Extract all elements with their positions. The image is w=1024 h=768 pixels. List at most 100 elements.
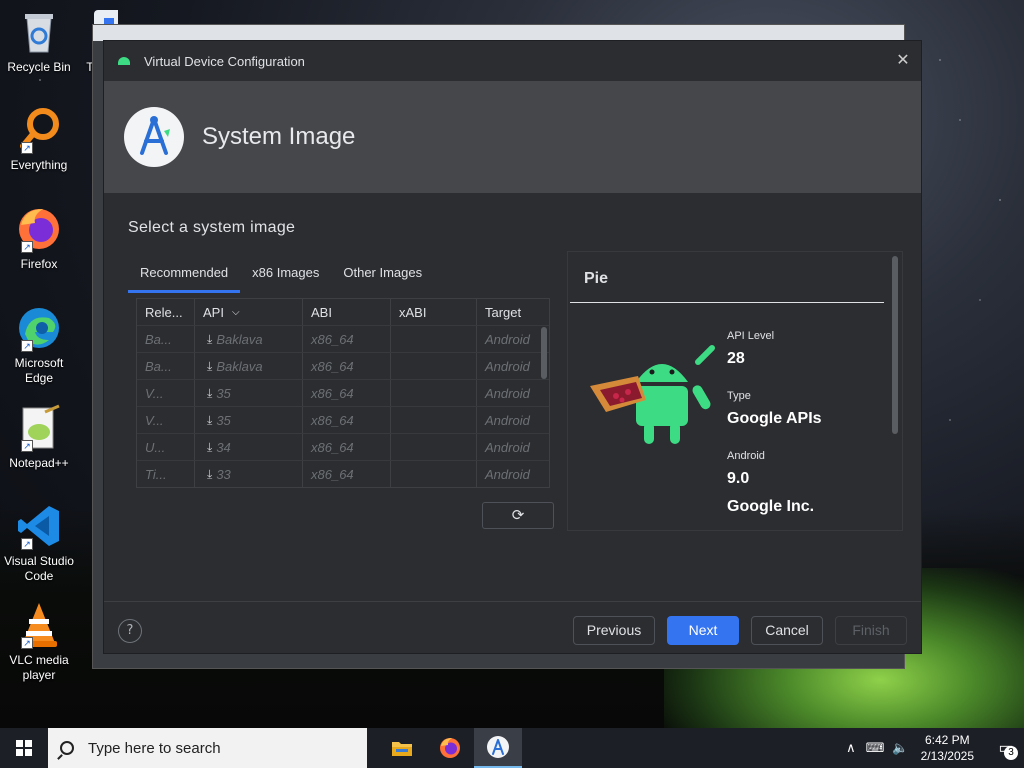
dialog-header: System Image bbox=[104, 81, 921, 193]
tab-other-images[interactable]: Other Images bbox=[331, 259, 434, 293]
section-title: Select a system image bbox=[128, 219, 296, 236]
xabi-cell bbox=[391, 461, 477, 487]
dialog-titlebar: Virtual Device Configuration ✕ bbox=[104, 41, 921, 81]
volume-muted-icon[interactable]: 🔈 bbox=[892, 740, 908, 756]
cancel-button[interactable]: Cancel bbox=[751, 616, 823, 645]
api-cell: ⤓ 35 bbox=[195, 407, 303, 433]
previous-button[interactable]: Previous bbox=[573, 616, 655, 645]
desktop-icon-label: Recycle Bin bbox=[7, 60, 71, 74]
table-scrollbar[interactable] bbox=[541, 327, 547, 379]
api-value: 35 bbox=[216, 385, 231, 401]
target-cell: Android bbox=[485, 385, 530, 401]
table-row[interactable]: Ba... ⤓ Baklava x86_64 Android bbox=[137, 353, 549, 380]
system-image-table: Rele... API ⌵ ABI xABI Target Ba... ⤓ Bakl… bbox=[136, 298, 550, 488]
column-header-xabi[interactable]: xABI bbox=[391, 299, 477, 325]
desktop-icon-label: Firefox bbox=[20, 257, 58, 271]
network-icon[interactable]: ⌨ bbox=[866, 740, 885, 756]
type-group: Type Google APIs bbox=[727, 390, 822, 428]
taskbar-firefox[interactable] bbox=[426, 728, 474, 768]
target-cell: Android bbox=[485, 412, 530, 428]
desktop-icon-label: Visual Studio Code bbox=[4, 554, 74, 583]
table-row[interactable]: Ti... ⤓ 33 x86_64 Android bbox=[137, 461, 549, 487]
windows-icon bbox=[16, 740, 32, 756]
api-cell: ⤓ 34 bbox=[195, 434, 303, 460]
android-version-value: 9.0 bbox=[727, 470, 750, 487]
xabi-cell bbox=[391, 407, 477, 433]
detail-title: Pie bbox=[584, 270, 609, 287]
tab-recommended[interactable]: Recommended bbox=[128, 259, 241, 293]
refresh-icon: ⟳ bbox=[511, 506, 525, 524]
help-button[interactable]: ? bbox=[118, 619, 142, 643]
page-title: System Image bbox=[202, 123, 356, 150]
refresh-button[interactable]: ⟳ bbox=[482, 502, 554, 529]
clock[interactable]: 6:42 PM 2/13/2025 bbox=[921, 732, 974, 764]
firefox-icon bbox=[440, 738, 460, 758]
android-label: Android bbox=[727, 450, 765, 462]
recycle-bin-icon bbox=[15, 8, 63, 56]
table-row[interactable]: Ba... ⤓ Baklava x86_64 Android bbox=[137, 326, 549, 353]
vscode-icon: ↗ bbox=[15, 502, 63, 550]
desktop-icon-everything[interactable]: ↗ Everything bbox=[4, 106, 74, 173]
start-button[interactable] bbox=[0, 728, 48, 768]
download-icon[interactable]: ⤓ bbox=[207, 386, 212, 401]
shortcut-arrow-icon: ↗ bbox=[21, 241, 33, 253]
chevron-up-icon[interactable]: ∧ bbox=[846, 740, 856, 756]
virtual-device-configuration-dialog: Virtual Device Configuration ✕ System Im… bbox=[103, 40, 922, 654]
table-row[interactable]: U... ⤓ 34 x86_64 Android bbox=[137, 434, 549, 461]
column-header-release[interactable]: Rele... bbox=[137, 299, 195, 325]
abi-cell: x86_64 bbox=[303, 380, 391, 406]
table-row[interactable]: V... ⤓ 35 x86_64 Android bbox=[137, 407, 549, 434]
column-header-api[interactable]: API ⌵ bbox=[195, 299, 303, 325]
download-icon[interactable]: ⤓ bbox=[207, 359, 212, 374]
vendor-value: Google Inc. bbox=[727, 498, 815, 515]
tab-x86-images[interactable]: x86 Images bbox=[240, 259, 331, 293]
download-icon[interactable]: ⤓ bbox=[207, 332, 212, 347]
xabi-cell bbox=[391, 326, 477, 352]
column-header-target[interactable]: Target bbox=[477, 299, 539, 325]
image-detail-panel: Pie API Level 28 Type Google APIs Androi… bbox=[567, 251, 903, 531]
search-icon bbox=[60, 741, 74, 755]
abi-cell: x86_64 bbox=[303, 326, 391, 352]
table-header-row: Rele... API ⌵ ABI xABI Target bbox=[137, 299, 549, 326]
taskbar-android-studio[interactable] bbox=[474, 728, 522, 768]
dialog-title: Virtual Device Configuration bbox=[144, 53, 305, 69]
release-cell: U... bbox=[137, 434, 195, 460]
desktop-icon-firefox[interactable]: ↗ Firefox bbox=[4, 205, 74, 272]
firefox-icon: ↗ bbox=[15, 205, 63, 253]
android-studio-logo-icon bbox=[124, 107, 184, 167]
finish-button[interactable]: Finish bbox=[835, 616, 907, 645]
detail-scrollbar[interactable] bbox=[892, 256, 898, 434]
shortcut-arrow-icon: ↗ bbox=[21, 637, 33, 649]
release-cell: V... bbox=[137, 380, 195, 406]
download-icon[interactable]: ⤓ bbox=[207, 413, 212, 428]
api-level-label: API Level bbox=[727, 330, 775, 342]
xabi-cell bbox=[391, 353, 477, 379]
desktop-icon-vlc[interactable]: ↗ VLC media player bbox=[4, 601, 74, 683]
type-label: Type bbox=[727, 390, 751, 402]
edge-icon: ↗ bbox=[15, 304, 63, 352]
download-icon[interactable]: ⤓ bbox=[207, 440, 212, 455]
close-icon[interactable]: ✕ bbox=[893, 51, 913, 71]
android-icon bbox=[118, 57, 130, 65]
desktop-icon-label: Microsoft Edge bbox=[14, 356, 64, 385]
shortcut-arrow-icon: ↗ bbox=[21, 142, 33, 154]
desktop-icon-edge[interactable]: ↗ Microsoft Edge bbox=[4, 304, 74, 386]
download-icon[interactable]: ⤓ bbox=[207, 467, 212, 482]
api-cell: ⤓ Baklava bbox=[195, 326, 303, 352]
shortcut-arrow-icon: ↗ bbox=[21, 340, 33, 352]
taskbar-search[interactable]: Type here to search bbox=[48, 728, 367, 768]
desktop-icon-vscode[interactable]: ↗ Visual Studio Code bbox=[4, 502, 74, 584]
column-header-abi[interactable]: ABI bbox=[303, 299, 391, 325]
desktop-icon-notepad-plus-plus[interactable]: ↗ Notepad++ bbox=[4, 404, 74, 471]
shortcut-arrow-icon: ↗ bbox=[21, 440, 33, 452]
api-cell: ⤓ 35 bbox=[195, 380, 303, 406]
desktop-icon-recycle-bin[interactable]: Recycle Bin bbox=[4, 8, 74, 75]
api-cell: ⤓ 33 bbox=[195, 461, 303, 487]
next-button[interactable]: Next bbox=[667, 616, 739, 645]
notification-center-button[interactable]: ▭ 3 bbox=[988, 728, 1024, 768]
table-row[interactable]: V... ⤓ 35 x86_64 Android bbox=[137, 380, 549, 407]
release-cell: Ba... bbox=[137, 353, 195, 379]
desktop-icon-label: Everything bbox=[10, 158, 68, 172]
taskbar-file-explorer[interactable] bbox=[378, 728, 426, 768]
clock-date: 2/13/2025 bbox=[920, 749, 974, 763]
